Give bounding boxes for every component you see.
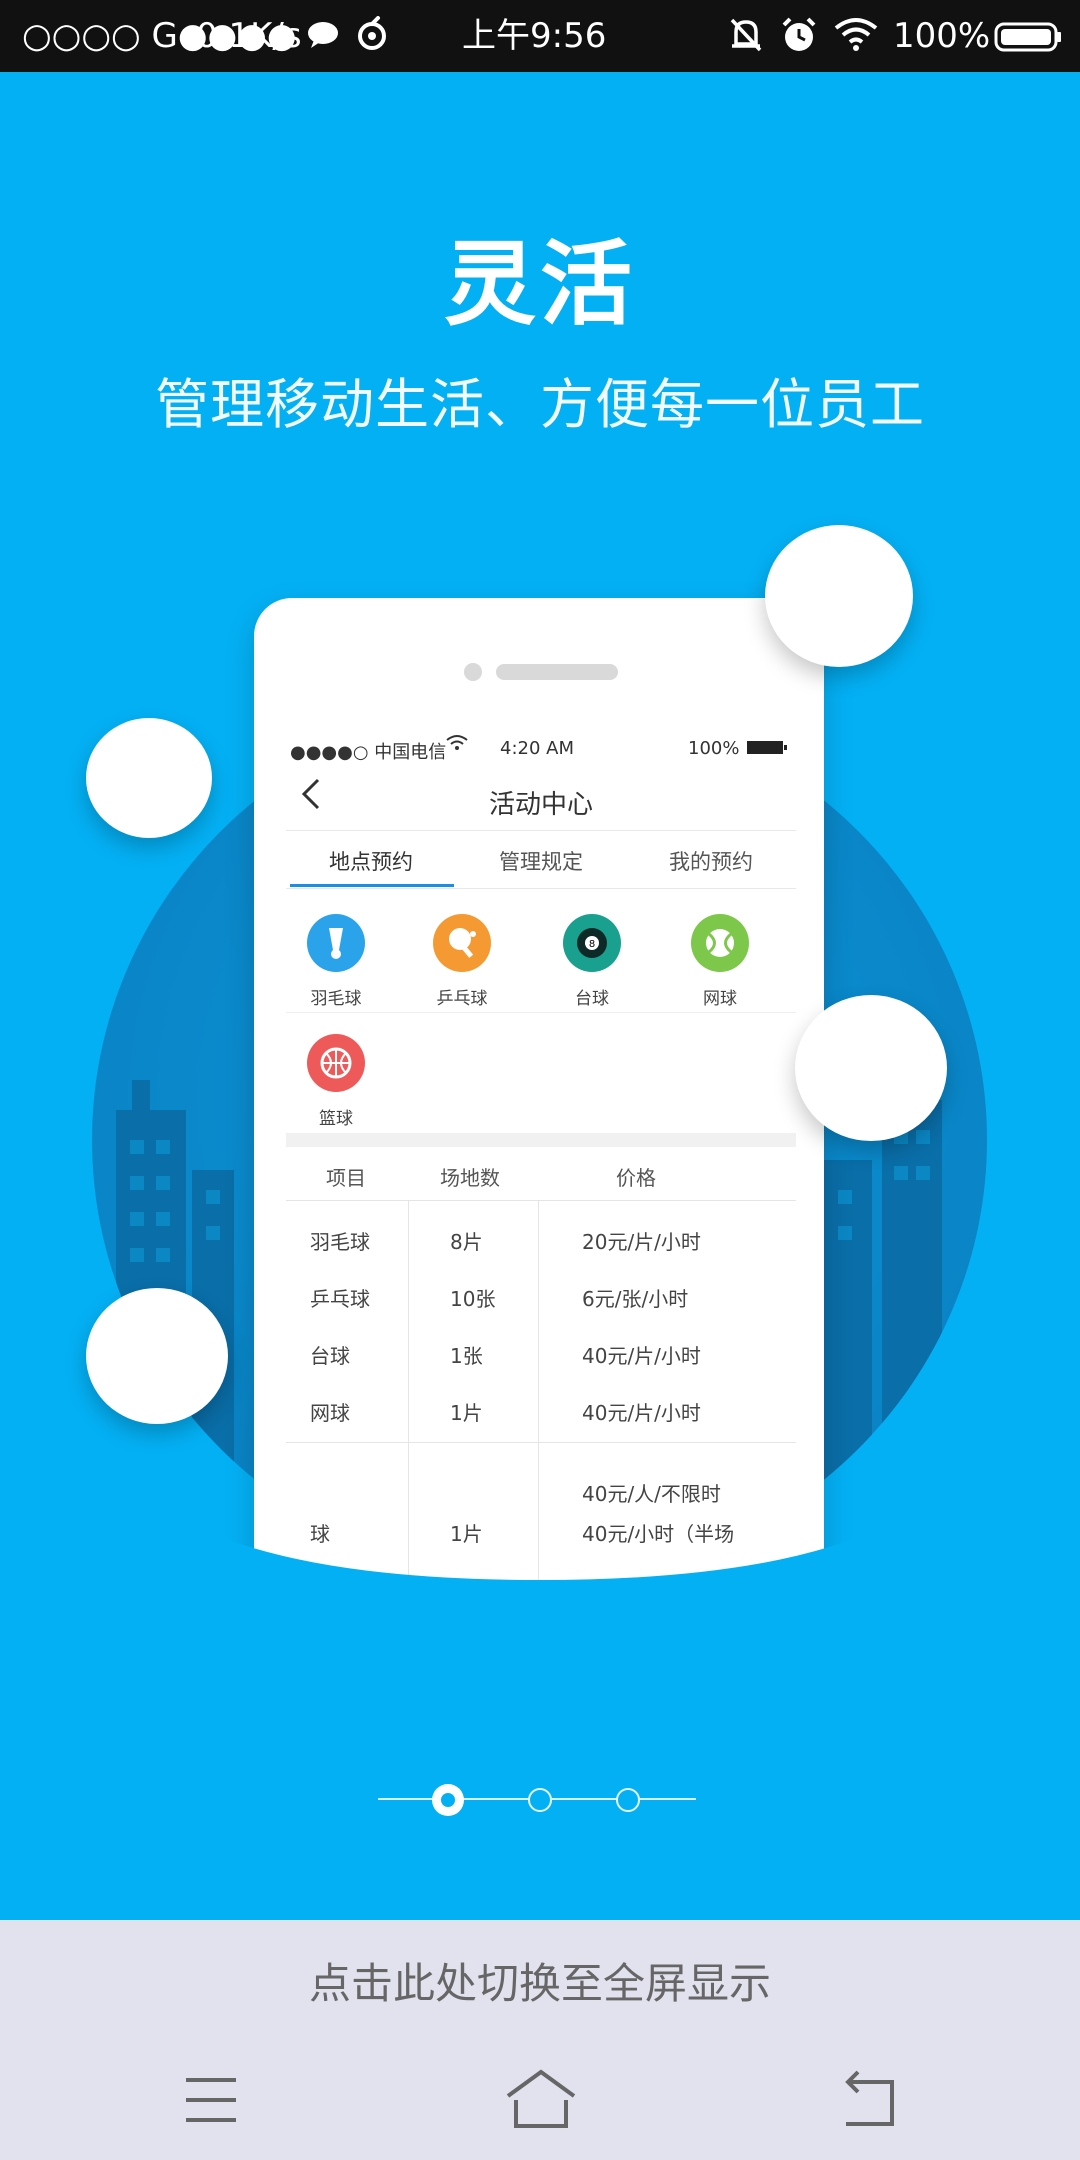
clock: 上午9:56: [462, 16, 607, 56]
mute-icon: [730, 18, 762, 52]
home-button[interactable]: [486, 2062, 596, 2138]
menu-icon: [186, 2078, 236, 2122]
mock-tab-rules: 管理规定: [499, 850, 583, 874]
decorative-bubble: [86, 718, 212, 838]
network-speed: 0.1K/s: [196, 16, 302, 56]
mock-carrier: ●●●●○ 中国电信: [290, 742, 447, 763]
mock-sport-pingpong: 乒乓球: [412, 914, 512, 1009]
page-subtitle: 管理移动生活、方便每一位员工: [155, 373, 925, 436]
section-divider: [286, 1133, 796, 1147]
message-icon: [308, 22, 338, 48]
menu-button[interactable]: [156, 2062, 266, 2138]
mock-cell: 台球: [310, 1344, 350, 1368]
decorative-bubble: [86, 1288, 228, 1424]
mock-cell: 20元/片/小时: [582, 1230, 701, 1254]
circle-crop-mask: [0, 1380, 1080, 1680]
back-button[interactable]: [816, 2062, 926, 2138]
shuttlecock-icon: [307, 914, 365, 972]
mock-tab-my-bookings: 我的预约: [669, 850, 753, 874]
mock-tab-location: 地点预约: [329, 850, 413, 874]
mock-wifi-icon: [446, 734, 468, 757]
home-icon: [506, 2069, 576, 2128]
mock-tabs: 地点预约 管理规定 我的预约: [286, 832, 796, 889]
mock-sport-badminton: 羽毛球: [286, 914, 386, 1009]
mock-cell: 乒乓球: [310, 1287, 370, 1311]
mock-cell: 8片: [450, 1230, 483, 1254]
mock-sport-basketball: 篮球: [286, 1034, 386, 1129]
mock-cell: 10张: [450, 1287, 496, 1311]
mock-sport-label: 网球: [703, 989, 737, 1009]
tennis-icon: [691, 914, 749, 972]
mock-time: 4:20 AM: [500, 738, 574, 759]
mock-col-name: 项目: [326, 1166, 366, 1190]
netease-icon: [358, 16, 386, 50]
mock-sport-label: 乒乓球: [436, 989, 488, 1009]
decorative-bubble: [795, 995, 947, 1141]
mock-sport-tennis: 网球: [670, 914, 770, 1009]
mock-nav-bar: 活动中心: [286, 768, 796, 831]
billiards-icon: 8: [563, 914, 621, 972]
mock-battery-icon: [746, 738, 788, 761]
decorative-bubble: [765, 525, 913, 667]
mock-sport-label: 台球: [575, 989, 609, 1009]
battery-icon: [994, 22, 1061, 52]
status-bar: ○○○○ G●●●● 0.1K/s 上午9:56 100%: [0, 0, 1080, 72]
mock-tab-indicator: [290, 884, 454, 887]
mock-battery: 100%: [688, 738, 740, 759]
mock-col-price: 价格: [616, 1166, 656, 1190]
page-indicator-3[interactable]: [616, 1788, 640, 1812]
mock-col-count: 场地数: [440, 1166, 500, 1190]
wifi-icon: [834, 18, 878, 51]
phone-speaker: [496, 664, 618, 680]
mock-sport-label: 篮球: [319, 1109, 353, 1129]
battery-percent: 100%: [893, 16, 991, 56]
mock-table-header: 项目 场地数 价格: [286, 1148, 796, 1201]
alarm-icon: [782, 17, 816, 51]
fullscreen-toggle[interactable]: 点击此处切换至全屏显示: [0, 1950, 1080, 2011]
mock-cell: 40元/片/小时: [582, 1344, 701, 1368]
mock-sport-label: 羽毛球: [310, 989, 362, 1009]
mock-cell: 羽毛球: [310, 1230, 370, 1254]
svg-text:8: 8: [589, 939, 595, 950]
mock-status-bar: ●●●●○ 中国电信 4:20 AM 100%: [286, 728, 796, 768]
basketball-icon: [307, 1034, 365, 1092]
page-title: 灵活: [443, 231, 636, 338]
back-icon: [845, 2070, 894, 2126]
mock-sport-billiards: 8 台球: [542, 914, 642, 1009]
mock-nav-title: 活动中心: [488, 790, 593, 820]
page-indicator-2[interactable]: [528, 1788, 552, 1812]
divider: [286, 1012, 796, 1013]
page-indicator-1[interactable]: [432, 1784, 464, 1816]
mock-cell: 1张: [450, 1344, 483, 1368]
phone-camera: [464, 663, 482, 681]
mock-cell: 6元/张/小时: [582, 1287, 689, 1311]
ping-pong-icon: [433, 914, 491, 972]
